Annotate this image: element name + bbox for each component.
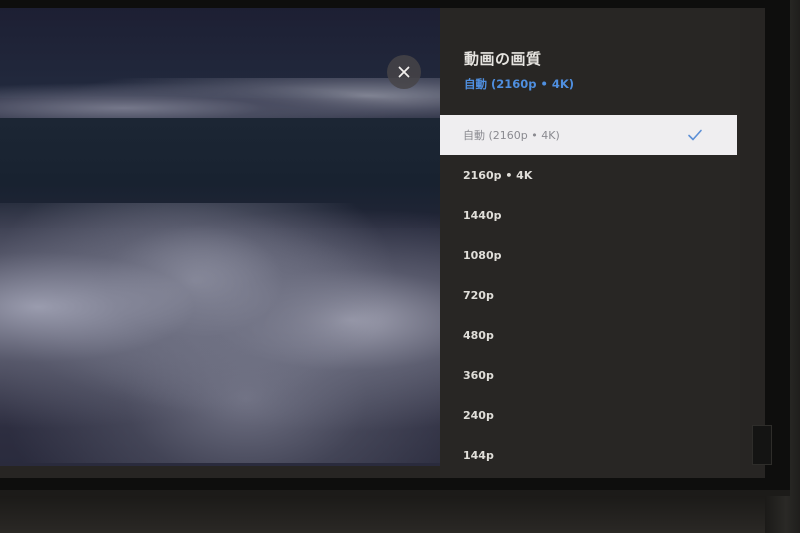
quality-option-label: 2160p • 4K <box>463 168 533 182</box>
video-preview <box>0 8 440 466</box>
quality-option-1080p[interactable]: 1080p <box>440 235 737 275</box>
quality-option-2160p[interactable]: 2160p • 4K <box>440 155 737 195</box>
quality-option-label: 1080p <box>463 248 502 262</box>
quality-option-label: 1440p <box>463 208 502 222</box>
quality-option-144p[interactable]: 144p <box>440 435 737 475</box>
floor-background <box>0 490 800 533</box>
quality-option-auto[interactable]: 自動 (2160p • 4K) <box>440 115 737 155</box>
quality-option-360p[interactable]: 360p <box>440 355 737 395</box>
current-quality: 自動 (2160p • 4K) <box>464 77 575 91</box>
quality-option-label: 480p <box>463 328 494 342</box>
tv-screen: 動画の画質 自動 (2160p • 4K) 自動 (2160p • 4K) 21… <box>0 8 765 478</box>
photo-scene: 動画の画質 自動 (2160p • 4K) 自動 (2160p • 4K) 21… <box>0 0 800 533</box>
quality-option-list: 自動 (2160p • 4K) 2160p • 4K 1440p 1080p 7… <box>440 115 737 475</box>
quality-option-label: 144p <box>463 448 494 462</box>
tv-bezel: 動画の画質 自動 (2160p • 4K) 自動 (2160p • 4K) 21… <box>0 0 790 496</box>
check-icon <box>688 129 702 141</box>
quality-option-label: 720p <box>463 288 494 302</box>
quality-option-label: 240p <box>463 408 494 422</box>
quality-option-480p[interactable]: 480p <box>440 315 737 355</box>
close-button[interactable] <box>387 55 421 89</box>
quality-panel: 動画の画質 自動 (2160p • 4K) 自動 (2160p • 4K) 21… <box>440 8 740 478</box>
panel-title: 動画の画質 <box>464 50 542 68</box>
video-wave-spray <box>0 203 440 463</box>
close-icon <box>398 66 410 78</box>
quality-option-label: 自動 (2160p • 4K) <box>463 129 560 142</box>
quality-option-240p[interactable]: 240p <box>440 395 737 435</box>
tv-side-bracket <box>752 425 772 465</box>
quality-option-720p[interactable]: 720p <box>440 275 737 315</box>
quality-option-label: 360p <box>463 368 494 382</box>
quality-option-1440p[interactable]: 1440p <box>440 195 737 235</box>
